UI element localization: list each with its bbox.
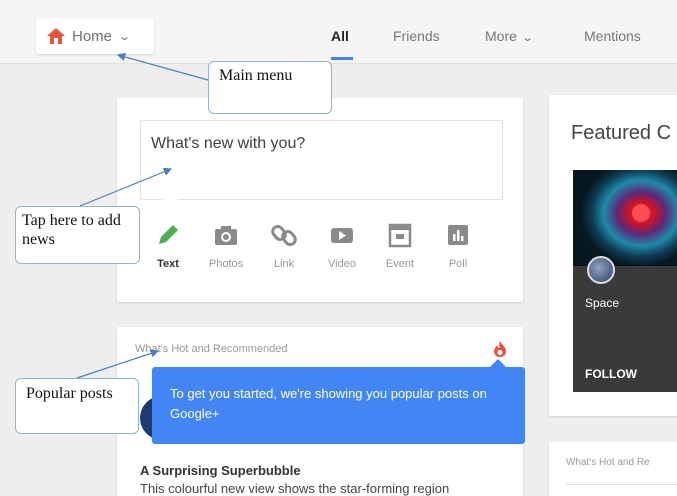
video-icon — [331, 228, 353, 243]
poll-icon — [448, 225, 468, 245]
tooltip-pointer — [490, 359, 506, 367]
tab-friends[interactable]: Friends — [393, 28, 440, 44]
post-snippet: This colourful new view shows the star-f… — [140, 481, 450, 496]
pencil-icon — [159, 225, 178, 244]
fire-icon[interactable] — [493, 340, 507, 358]
tab-mentions[interactable]: Mentions — [584, 28, 641, 44]
tab-all[interactable]: All — [331, 28, 349, 44]
divider — [566, 484, 677, 485]
tab-more[interactable]: More ⌄ — [485, 28, 534, 44]
share-box-pointer — [162, 199, 178, 208]
post-type-link[interactable]: Link — [259, 222, 309, 270]
callout-popular-posts: Popular posts — [15, 378, 139, 434]
community-avatar — [587, 256, 615, 284]
share-input[interactable]: What's new with you? — [140, 120, 503, 200]
post-type-label: Photos — [208, 258, 244, 270]
post-type-poll[interactable]: Poll — [433, 222, 483, 270]
community-name[interactable]: Space — [585, 296, 619, 310]
post-type-text[interactable]: Text — [143, 222, 193, 270]
post-type-video[interactable]: Video — [317, 222, 367, 270]
active-tab-indicator — [331, 57, 353, 60]
event-icon — [388, 223, 412, 248]
featured-title: Featured C — [571, 122, 672, 144]
chevron-down-icon: ⌄ — [118, 30, 132, 43]
tab-more-label: More — [485, 28, 517, 44]
home-menu-button[interactable]: Home ⌄ — [36, 18, 154, 54]
post-type-label: Link — [273, 258, 295, 270]
whats-hot-right-title: What's Hot and Re — [566, 457, 650, 468]
chevron-down-icon: ⌄ — [520, 32, 534, 44]
post-type-label: Video — [328, 258, 356, 270]
home-icon — [46, 27, 66, 45]
link-icon — [271, 224, 297, 247]
post-type-label: Event — [385, 258, 415, 270]
whats-hot-title: What's Hot and Recommended — [135, 343, 288, 355]
community-cover-image[interactable] — [573, 170, 677, 266]
callout-tap-here: Tap here to add news — [15, 206, 140, 264]
popular-posts-tooltip[interactable]: To get you started, we're showing you po… — [152, 367, 525, 444]
share-placeholder: What's new with you? — [151, 135, 306, 152]
top-bar: Home ⌄ All Friends More ⌄ Mentions — [0, 0, 677, 64]
whats-hot-right-card — [549, 442, 677, 496]
callout-main-menu: Main menu — [208, 61, 332, 114]
post-type-label: Text — [157, 258, 179, 270]
post-type-photos[interactable]: Photos — [201, 222, 251, 270]
home-label: Home — [72, 27, 113, 45]
camera-icon — [215, 226, 237, 245]
follow-button[interactable]: FOLLOW — [585, 367, 637, 381]
post-title[interactable]: A Surprising Superbubble — [140, 463, 301, 478]
post-type-event[interactable]: Event — [375, 222, 425, 270]
post-type-label: Poll — [448, 258, 468, 270]
